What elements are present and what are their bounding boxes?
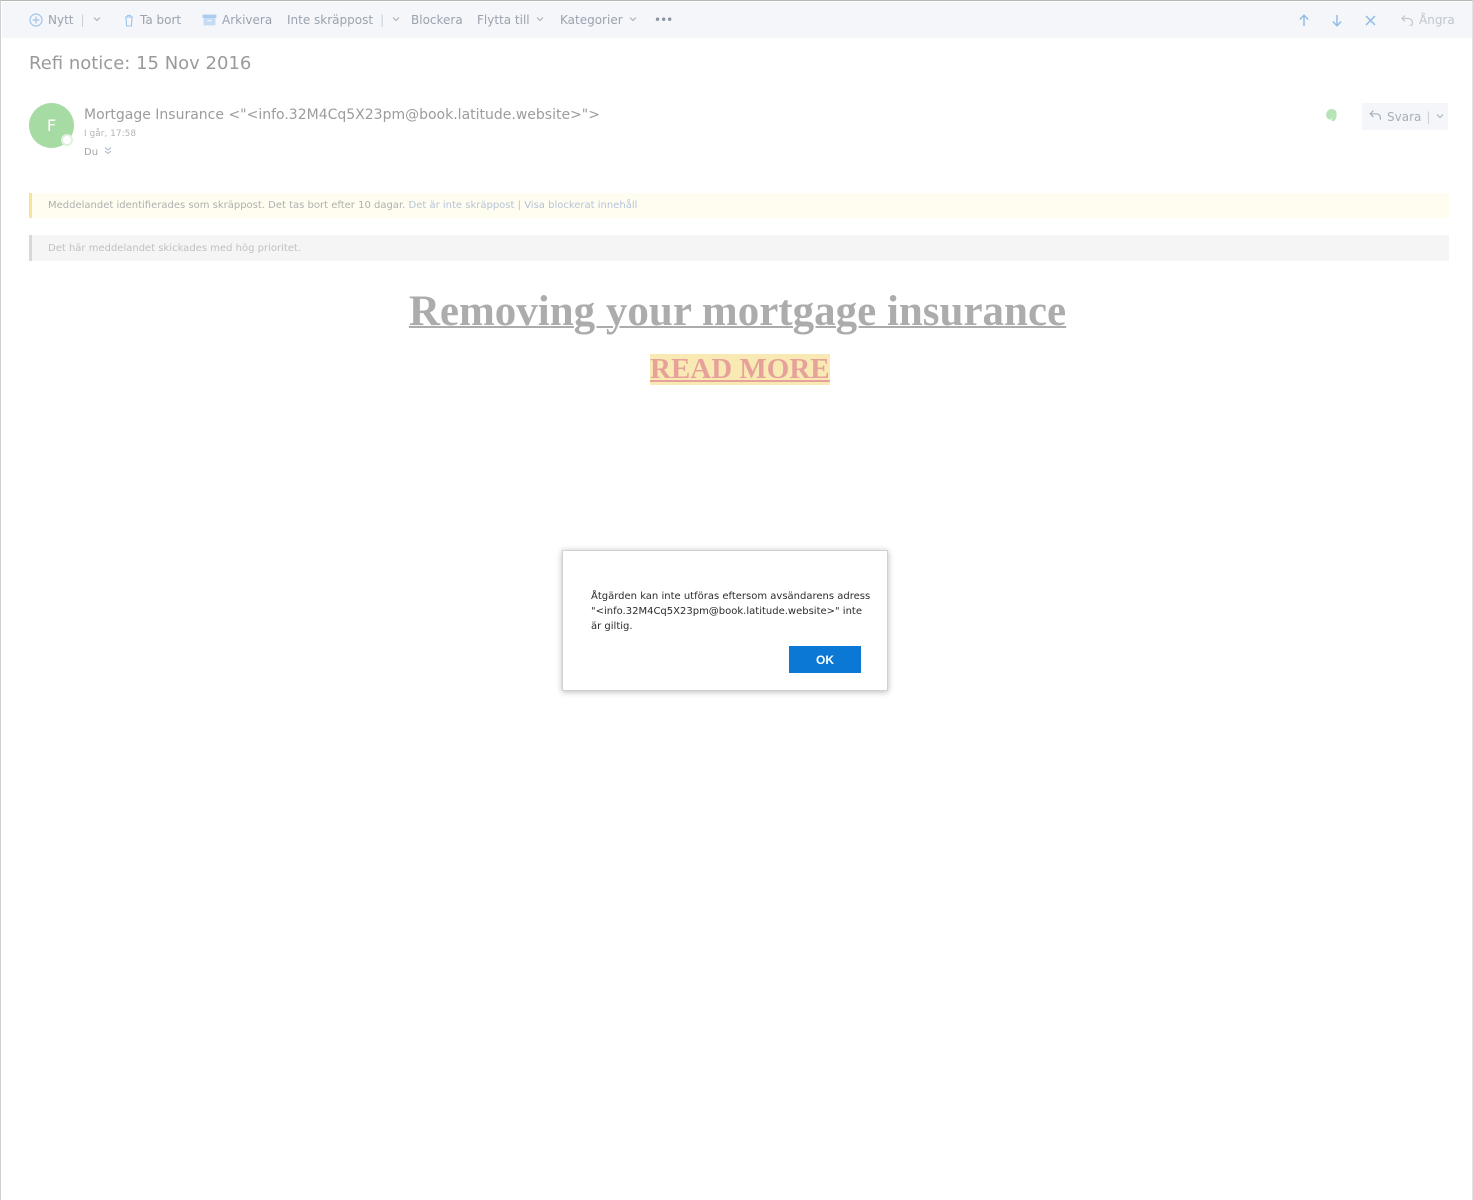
sender-name[interactable]: Mortgage Insurance <"<info.32M4Cq5X23pm@… [84, 107, 600, 123]
archive-icon [202, 14, 217, 26]
error-dialog: Åtgärden kan inte utföras eftersom avsän… [562, 550, 888, 691]
sent-time: I går, 17:58 [84, 129, 137, 139]
message-subject: Refi notice: 15 Nov 2016 [29, 53, 252, 74]
close-icon [1365, 14, 1376, 26]
archive-button[interactable]: Arkivera [202, 2, 272, 38]
arrow-down-icon [1331, 14, 1343, 27]
delete-button[interactable]: Ta bort [123, 2, 181, 38]
block-label: Blockera [411, 13, 463, 27]
separator: | [1426, 109, 1431, 124]
command-bar: Nytt | Ta bort Arkivera Inte skräppost | [2, 2, 1472, 38]
arrow-up-icon [1298, 13, 1310, 27]
new-button[interactable]: Nytt | [29, 2, 102, 38]
chevron-down-icon[interactable] [1435, 110, 1445, 124]
delete-label: Ta bort [140, 13, 182, 27]
reply-icon [1369, 109, 1382, 124]
ok-button[interactable]: OK [789, 646, 861, 673]
move-to-button[interactable]: Flytta till [477, 2, 545, 38]
presence-indicator [61, 134, 73, 146]
junk-warning-text: Meddelandet identifierades som skräppost… [48, 200, 406, 211]
chevron-down-icon [628, 14, 638, 27]
chevron-down-icon [535, 14, 545, 27]
undo-icon [1401, 14, 1414, 26]
dialog-message: Åtgärden kan inte utföras eftersom avsän… [591, 591, 871, 632]
recipient-line: Du [84, 146, 112, 158]
avatar-initial: F [46, 116, 57, 135]
categories-button[interactable]: Kategorier [560, 2, 638, 38]
not-junk-label: Inte skräppost [287, 13, 374, 27]
high-priority-text: Det här meddelandet skickades med hög pr… [48, 242, 302, 254]
recipient-name[interactable]: Du [84, 147, 98, 158]
not-junk-link[interactable]: Det är inte skräppost [409, 200, 515, 211]
junk-warning-banner: Meddelandet identifierades som skräppost… [29, 193, 1449, 218]
chevron-down-icon[interactable] [92, 14, 102, 27]
headline-link[interactable]: Removing your mortgage insurance [409, 288, 1066, 335]
evernote-icon[interactable] [1324, 107, 1340, 123]
chevron-down-icon[interactable] [391, 14, 401, 27]
undo-label: Ångra [1419, 13, 1455, 27]
close-message-button[interactable] [1365, 2, 1376, 38]
previous-message-button[interactable] [1298, 2, 1310, 38]
not-junk-button[interactable]: Inte skräppost | [287, 2, 401, 38]
new-label: Nytt [48, 13, 74, 27]
reply-label: Svara [1387, 109, 1422, 124]
mail-window: Nytt | Ta bort Arkivera Inte skräppost | [0, 0, 1473, 1200]
reply-button[interactable]: Svara | [1362, 103, 1448, 130]
plus-circle-icon [29, 13, 43, 27]
high-priority-banner: Det här meddelandet skickades med hög pr… [29, 235, 1449, 261]
read-more-link[interactable]: READ MORE [650, 354, 830, 385]
show-blocked-content-link[interactable]: Visa blockerat innehåll [524, 200, 637, 211]
block-button[interactable]: Blockera [411, 2, 463, 38]
email-headline: Removing your mortgage insurance [1, 287, 1473, 336]
separator: | [80, 13, 85, 27]
archive-label: Arkivera [222, 13, 273, 27]
move-to-label: Flytta till [477, 13, 530, 27]
trash-icon [123, 14, 135, 27]
more-icon: ••• [654, 13, 673, 27]
next-message-button[interactable] [1331, 2, 1343, 38]
separator: | [380, 13, 385, 27]
categories-label: Kategorier [560, 13, 623, 27]
expand-recipients-icon[interactable] [104, 146, 112, 158]
more-actions-button[interactable]: ••• [654, 2, 673, 38]
undo-button[interactable]: Ångra [1401, 2, 1455, 38]
